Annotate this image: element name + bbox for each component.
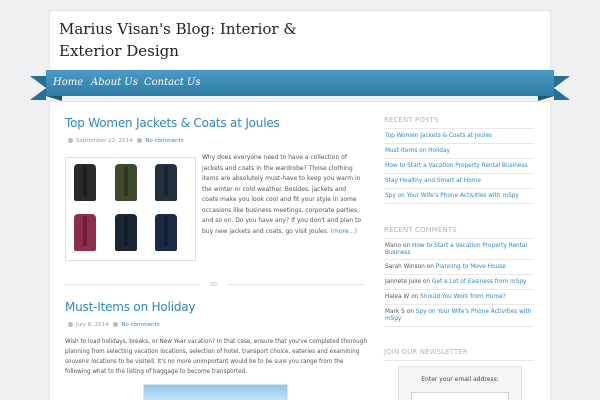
- newsletter-title: JOIN OUR NEWSLETTER: [384, 348, 468, 356]
- post-excerpt-2: Wish to load holidays, breaks, or New Ye…: [65, 339, 367, 375]
- recent-comments-title: RECENT COMMENTS: [384, 226, 457, 234]
- post-thumbnail-jackets[interactable]: [65, 157, 196, 261]
- post-image[interactable]: [143, 384, 288, 400]
- comment-on: on: [426, 264, 434, 270]
- recent-comment: Mark S on Spy on Your Wife's Phone Activ…: [385, 309, 535, 323]
- calendar-icon: [68, 138, 73, 143]
- post-meta-2: July 8, 2014 No comments: [65, 322, 160, 328]
- newsletter-form: Enter your email address:: [398, 366, 522, 400]
- comment-on: on: [411, 294, 419, 300]
- ribbon-left-tail: [30, 76, 46, 100]
- comment-icon: [137, 138, 143, 143]
- sidebar-divider: [384, 128, 534, 129]
- jacket-image: [115, 214, 137, 251]
- sidebar-divider: [384, 188, 534, 189]
- sidebar-divider: [384, 360, 534, 361]
- recent-post-link[interactable]: Spy on Your Wife's Phone Activities with…: [385, 193, 519, 199]
- jacket-image: [155, 214, 177, 251]
- comment-on: on: [402, 243, 411, 249]
- jacket-image: [155, 164, 177, 201]
- sidebar-divider: [384, 203, 534, 204]
- comment-post-link[interactable]: Get a Lot of Easiness from mSpy: [432, 279, 527, 285]
- comment-icon: [113, 322, 119, 327]
- post-comments-link[interactable]: No comments: [145, 138, 183, 144]
- nav-contact-us[interactable]: Contact Us: [144, 70, 200, 96]
- recent-post-link[interactable]: How to Start a Vacation Property Rental …: [385, 163, 528, 169]
- site-header: Marius Visan's Blog: Interior & Exterior…: [49, 10, 551, 70]
- newsletter-label: Enter your email address:: [421, 376, 499, 383]
- recent-comment: Sarah Winson on Planning to Move House: [385, 264, 535, 271]
- ornament-icon: ∞: [200, 278, 228, 290]
- excerpt-text: Why does everyone need to have a collect…: [202, 154, 362, 235]
- sidebar-divider: [384, 274, 534, 275]
- sidebar-divider: [384, 304, 534, 305]
- post-title-2[interactable]: Must-Items on Holiday: [65, 300, 195, 314]
- sidebar-divider: [384, 326, 534, 327]
- recent-post-link[interactable]: Top Women Jackets & Coats at Joules: [385, 133, 492, 139]
- jacket-image: [74, 214, 96, 251]
- site-title[interactable]: Marius Visan's Blog: Interior & Exterior…: [59, 18, 299, 62]
- sidebar-divider: [384, 259, 534, 260]
- sidebar-divider: [384, 143, 534, 144]
- comment-on: on: [406, 309, 414, 315]
- post-meta-1: September 22, 2014 No comments: [65, 138, 184, 144]
- post-title-1[interactable]: Top Women Jackets & Coats at Joules: [65, 116, 280, 130]
- sidebar-divider: [384, 173, 534, 174]
- ribbon-right-tail: [554, 76, 570, 100]
- recent-comment: Mario on How to Start a Vacation Propert…: [385, 243, 535, 257]
- recent-comment: Jannete Julie on Get a Lot of Easiness f…: [385, 279, 535, 286]
- comment-on: on: [422, 279, 431, 285]
- main-navigation: Home About Us Contact Us: [46, 70, 554, 96]
- comment-post-link[interactable]: Planning to Move House: [436, 264, 506, 270]
- read-more-link[interactable]: (more…): [331, 228, 357, 235]
- post-comments-link[interactable]: No comments: [121, 322, 159, 328]
- post-excerpt-1: Why does everyone need to have a collect…: [202, 153, 364, 237]
- post-date: September 22, 2014: [76, 138, 133, 144]
- comment-author: Mario: [385, 243, 402, 249]
- recent-post-link[interactable]: Stay Healthy and Smart at Home: [385, 178, 481, 184]
- comment-author: Sarah Winson: [385, 264, 425, 270]
- comment-author: Jannete Julie: [385, 279, 422, 285]
- sidebar-divider: [384, 289, 534, 290]
- sidebar-divider: [384, 238, 534, 239]
- post-date: July 8, 2014: [76, 322, 109, 328]
- comment-post-link[interactable]: Should You Work from Home?: [420, 294, 506, 300]
- jacket-image: [115, 164, 137, 201]
- recent-posts-title: RECENT POSTS: [384, 116, 439, 124]
- comment-author: Mark S: [385, 309, 405, 315]
- nav-about-us[interactable]: About Us: [91, 70, 138, 96]
- comment-author: Halea W: [385, 294, 410, 300]
- calendar-icon: [68, 322, 73, 327]
- newsletter-email-input[interactable]: [411, 392, 509, 400]
- recent-post-link[interactable]: Must-Items on Holiday: [385, 148, 450, 154]
- jacket-image: [74, 164, 96, 201]
- nav-home[interactable]: Home: [53, 70, 83, 96]
- recent-comment: Halea W on Should You Work from Home?: [385, 294, 535, 301]
- sidebar-divider: [384, 158, 534, 159]
